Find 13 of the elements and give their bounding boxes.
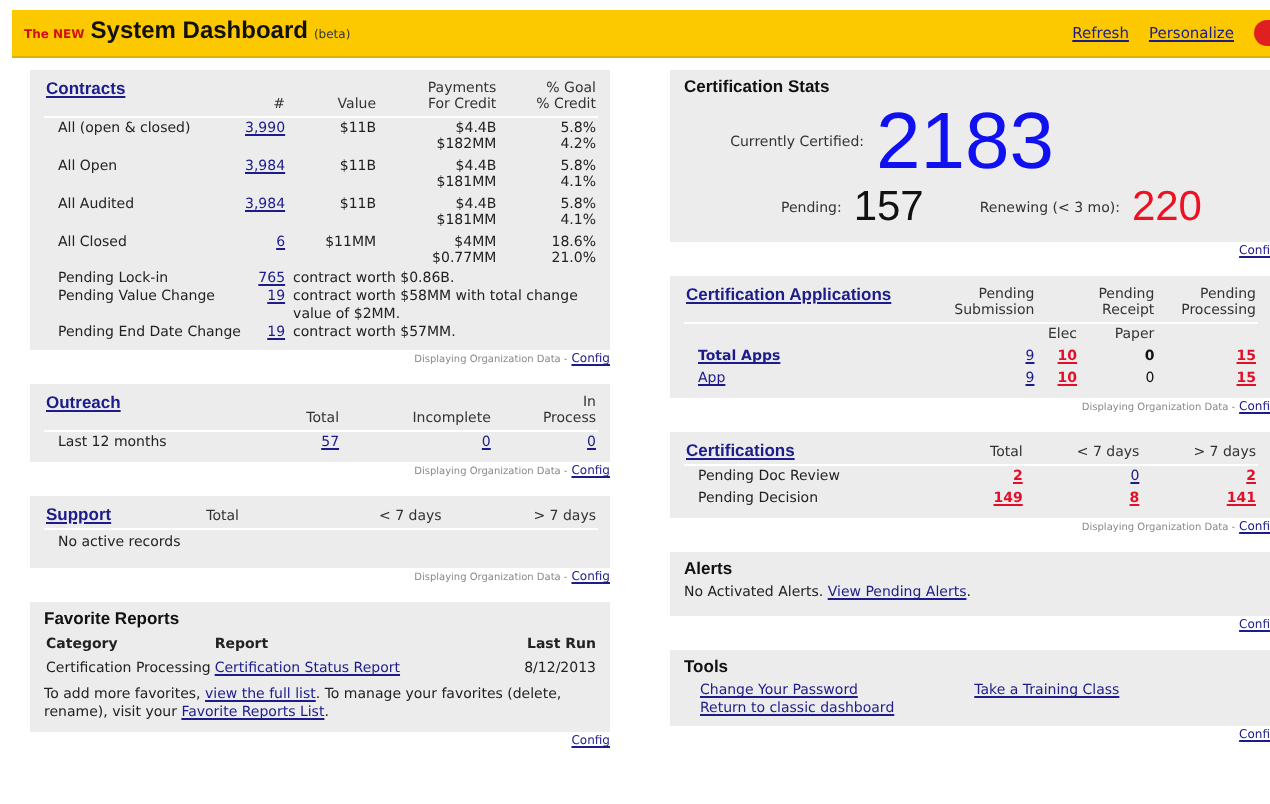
stat-value: 2183 [876,102,1054,182]
section-title: Certification Stats [684,78,832,96]
section-title: Favorite Reports [44,610,182,628]
section-link[interactable]: Outreach [46,392,121,412]
section-title: Alerts [684,560,735,578]
section-link[interactable]: Certifications [686,440,795,460]
section-link[interactable]: Certification Applications [686,284,892,304]
section-title: Tools [684,658,731,676]
section-link[interactable]: Support [46,504,112,524]
stat-value: 157 [853,186,924,230]
stat-value: 220 [1131,186,1202,230]
page-title: System Dashboard [90,22,308,40]
section-link[interactable]: Contracts [46,78,126,98]
